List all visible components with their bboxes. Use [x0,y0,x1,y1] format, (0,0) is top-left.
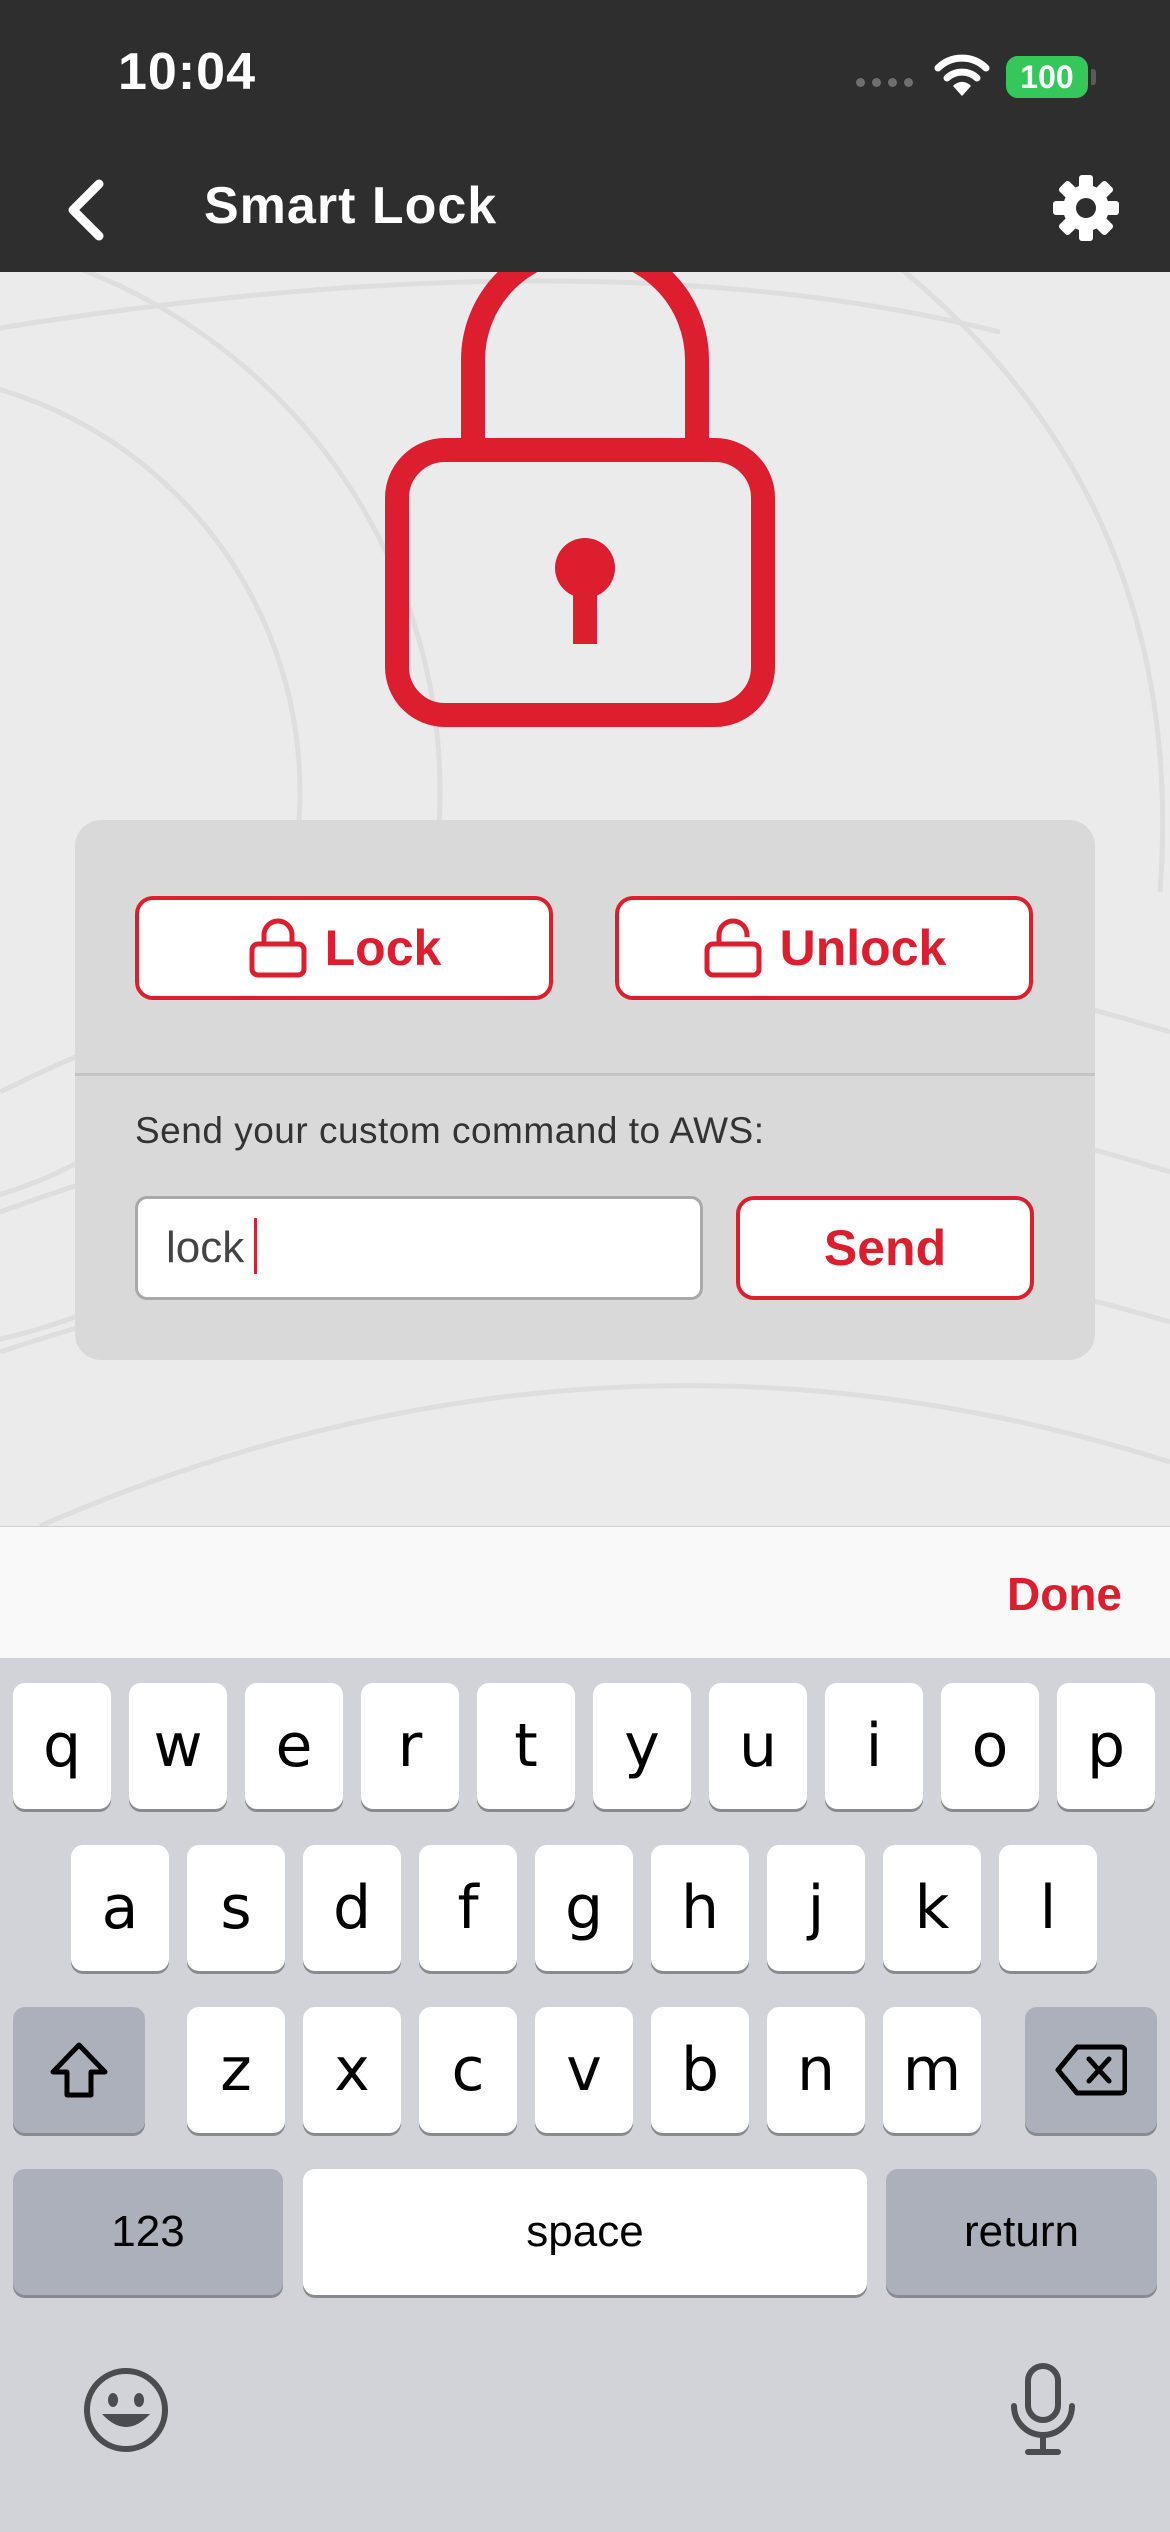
wifi-icon [934,54,990,96]
send-button[interactable]: Send [736,1196,1034,1300]
key-y[interactable]: y [593,1683,691,1809]
key-q[interactable]: q [13,1683,111,1809]
key-n[interactable]: n [767,2007,865,2133]
key-b[interactable]: b [651,2007,749,2133]
shift-key[interactable] [13,2007,145,2133]
battery-cap [1091,69,1096,85]
key-d[interactable]: d [303,1845,401,1971]
lock-open-icon [704,918,762,978]
key-e[interactable]: e [245,1683,343,1809]
emoji-icon[interactable] [82,2366,170,2454]
key-u[interactable]: u [709,1683,807,1809]
command-input[interactable] [135,1196,703,1300]
done-button[interactable]: Done [1007,1567,1122,1621]
key-w[interactable]: w [129,1683,227,1809]
key-r[interactable]: r [361,1683,459,1809]
unlock-button[interactable]: Unlock [615,896,1033,1000]
key-p[interactable]: p [1057,1683,1155,1809]
cellular-signal-icon [856,78,913,87]
key-c[interactable]: c [419,2007,517,2133]
text-cursor [254,1218,257,1274]
page-title: Smart Lock [204,177,498,235]
key-o[interactable]: o [941,1683,1039,1809]
key-m[interactable]: m [883,2007,981,2133]
numbers-key[interactable]: 123 [13,2169,283,2295]
key-z[interactable]: z [187,2007,285,2133]
key-l[interactable]: l [999,1845,1097,1971]
unlock-button-label: Unlock [779,920,947,976]
padlock-icon [385,272,775,727]
key-h[interactable]: h [651,1845,749,1971]
chevron-left-icon [68,179,104,241]
key-a[interactable]: a [71,1845,169,1971]
lock-button[interactable]: Lock [135,896,553,1000]
command-label: Send your custom command to AWS: [135,1110,765,1151]
lock-button-label: Lock [324,920,442,976]
shift-icon [50,2042,108,2098]
control-card: Lock Unlock Send your custom command to … [75,820,1095,1360]
delete-key[interactable] [1025,2007,1157,2133]
key-j[interactable]: j [767,1845,865,1971]
back-button[interactable] [50,170,120,250]
key-k[interactable]: k [883,1845,981,1971]
keyboard-toolbar: Done [0,1526,1170,1658]
battery-indicator: 100 [1006,56,1088,98]
status-time: 10:04 [118,43,256,101]
space-key[interactable]: space [303,2169,867,2295]
return-key[interactable]: return [886,2169,1157,2295]
keyboard: q w e r t y u i o p a s d f g h j k l z … [0,1658,1170,2532]
lock-closed-icon [249,918,307,978]
key-g[interactable]: g [535,1845,633,1971]
gear-icon[interactable] [1050,172,1122,244]
key-f[interactable]: f [419,1845,517,1971]
card-divider [75,1073,1095,1076]
key-x[interactable]: x [303,2007,401,2133]
microphone-icon[interactable] [1004,2362,1082,2458]
backspace-icon [1055,2044,1127,2096]
key-v[interactable]: v [535,2007,633,2133]
key-i[interactable]: i [825,1683,923,1809]
key-t[interactable]: t [477,1683,575,1809]
key-s[interactable]: s [187,1845,285,1971]
top-bar: 10:04 100 Smart Lock [0,0,1170,272]
